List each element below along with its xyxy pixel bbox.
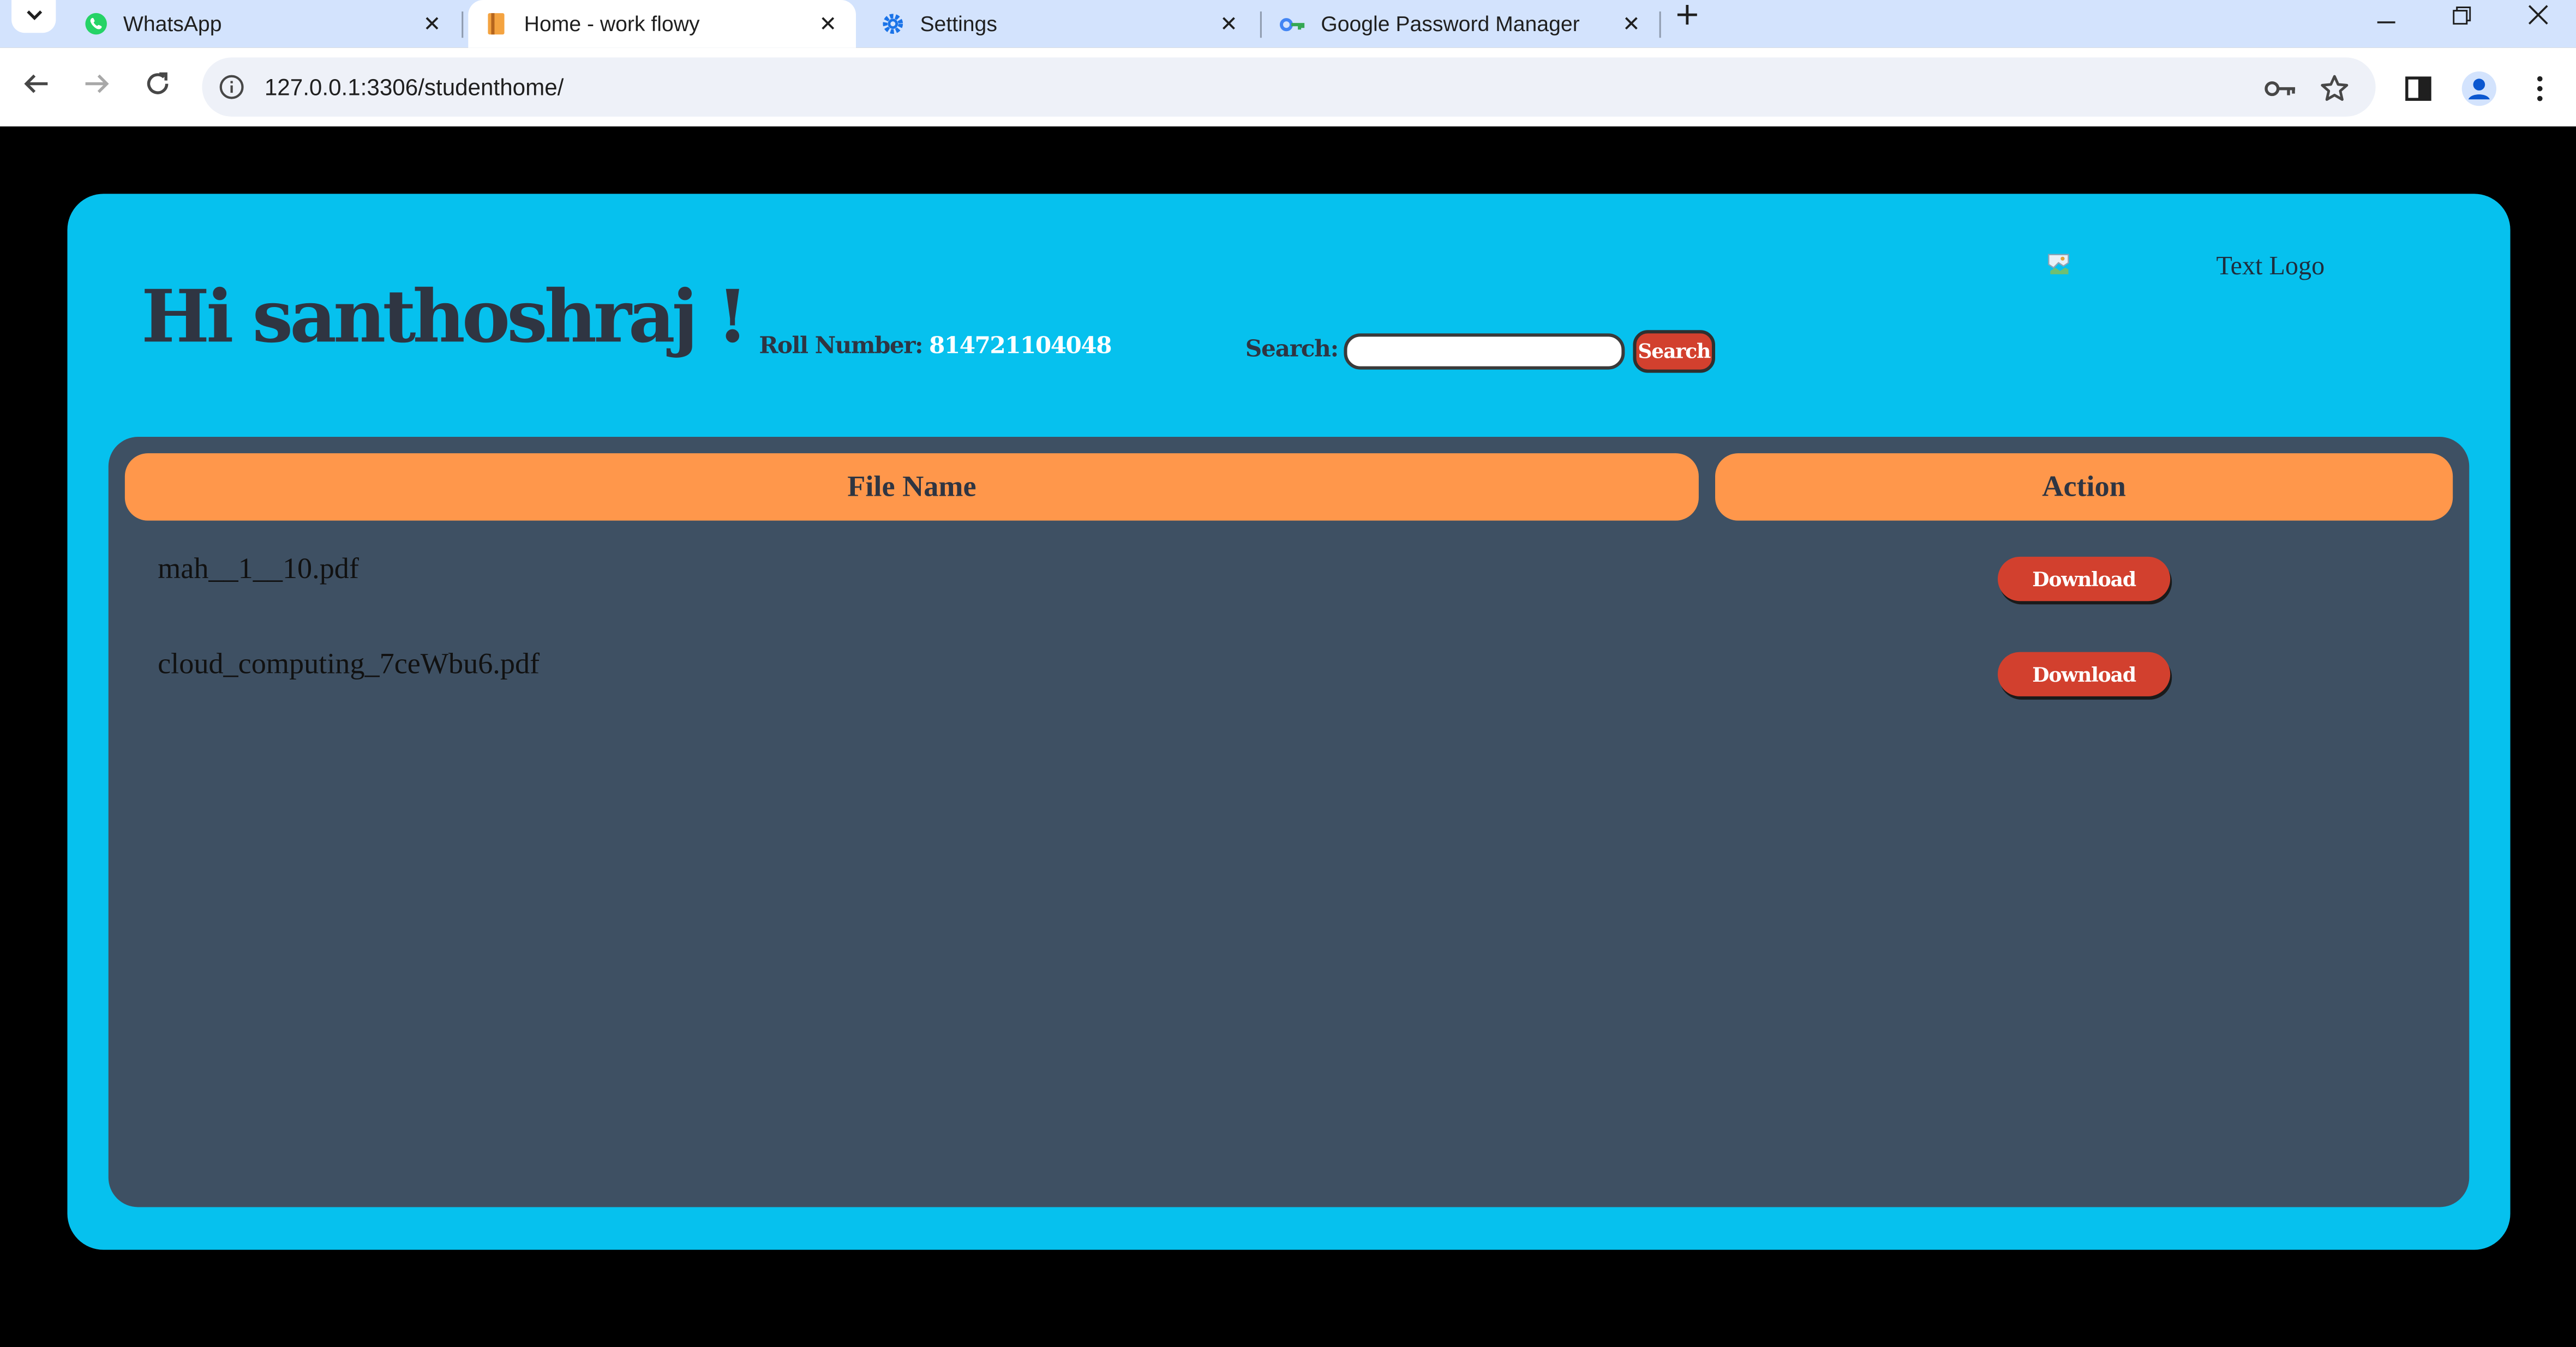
search-button[interactable]: Search <box>1633 330 1716 373</box>
broken-image-icon <box>2047 253 2071 276</box>
side-panel-icon[interactable] <box>2400 70 2436 106</box>
star-icon[interactable] <box>2316 70 2352 106</box>
close-icon <box>2528 4 2548 29</box>
whatsapp-icon <box>82 11 109 37</box>
close-icon[interactable]: ✕ <box>417 9 447 39</box>
restore-icon <box>2452 4 2470 29</box>
close-icon[interactable]: ✕ <box>1214 9 1243 39</box>
tab-whatsapp[interactable]: WhatsApp ✕ <box>65 0 460 47</box>
window-close-button[interactable] <box>2501 0 2576 33</box>
file-name: cloud_computing_7ceWbu6.pdf <box>158 647 540 680</box>
table-row: cloud_computing_7ceWbu6.pdf Download <box>109 616 2470 711</box>
url-text: 127.0.0.1:3306/studenthome/ <box>264 74 564 100</box>
page-viewport: Hi santhoshraj ! Roll Number: 81472110404… <box>0 126 2576 1347</box>
column-header-action: Action <box>1715 453 2453 521</box>
tab-google-password-manager[interactable]: Google Password Manager ✕ <box>1265 0 1660 47</box>
tab-label: Settings <box>920 11 997 37</box>
tab-settings[interactable]: Settings ✕ <box>862 0 1257 47</box>
tab-label: Google Password Manager <box>1321 11 1580 37</box>
tab-strip: WhatsApp ✕ Home - work flowy ✕ Settings … <box>0 0 2576 48</box>
browser-toolbar: 127.0.0.1:3306/studenthome/ <box>0 47 2576 127</box>
arrow-left-icon <box>23 70 49 104</box>
minimize-button[interactable] <box>2347 0 2423 33</box>
file-name: mah__1__10.pdf <box>158 551 359 585</box>
logo-alt-text: Text Logo <box>2216 252 2325 281</box>
logo: Text Logo <box>2047 251 2351 284</box>
book-icon <box>483 11 509 37</box>
search-label: Search: <box>1245 336 1339 363</box>
table-row: mah__1__10.pdf Download <box>109 521 2470 616</box>
info-icon[interactable] <box>217 73 247 102</box>
plus-icon <box>1677 0 1697 32</box>
key-icon <box>1279 11 1306 37</box>
tab-label: Home - work flowy <box>524 11 700 37</box>
tab-label: WhatsApp <box>123 11 222 37</box>
profile-avatar-icon[interactable] <box>2461 70 2497 106</box>
files-table: File Name Action mah__1__10.pdf Download… <box>108 437 2470 1207</box>
back-button[interactable] <box>16 67 56 106</box>
browser-window: WhatsApp ✕ Home - work flowy ✕ Settings … <box>0 0 2576 1347</box>
close-icon[interactable]: ✕ <box>1616 9 1646 39</box>
tab-search-button[interactable] <box>11 0 56 33</box>
tab-home-work-flowy[interactable]: Home - work flowy ✕ <box>468 0 856 48</box>
menu-kebab-icon[interactable] <box>2522 70 2558 106</box>
reload-icon <box>145 70 171 104</box>
roll-number: Roll Number: 814721104048 <box>759 333 1112 360</box>
chevron-down-icon <box>26 7 42 26</box>
forward-button[interactable] <box>77 67 117 106</box>
arrow-right-icon <box>84 70 110 104</box>
roll-number-value: 814721104048 <box>929 333 1112 360</box>
roll-number-label: Roll Number: <box>759 333 923 360</box>
download-button[interactable]: Download <box>1997 652 2171 696</box>
column-header-file-name: File Name <box>124 453 1699 521</box>
new-tab-button[interactable] <box>1671 0 1704 29</box>
key-icon[interactable] <box>2262 70 2298 106</box>
close-icon[interactable]: ✕ <box>813 9 843 39</box>
restore-button[interactable] <box>2423 0 2499 33</box>
search-input[interactable] <box>1344 333 1625 370</box>
reload-button[interactable] <box>138 67 177 106</box>
gear-icon <box>879 11 905 37</box>
student-home-card: Hi santhoshraj ! Roll Number: 81472110404… <box>67 194 2511 1250</box>
page-title: Hi santhoshraj ! <box>141 275 748 360</box>
download-button[interactable]: Download <box>1997 556 2171 602</box>
minimize-icon <box>2376 4 2395 29</box>
address-bar[interactable]: 127.0.0.1:3306/studenthome/ <box>202 57 2376 117</box>
